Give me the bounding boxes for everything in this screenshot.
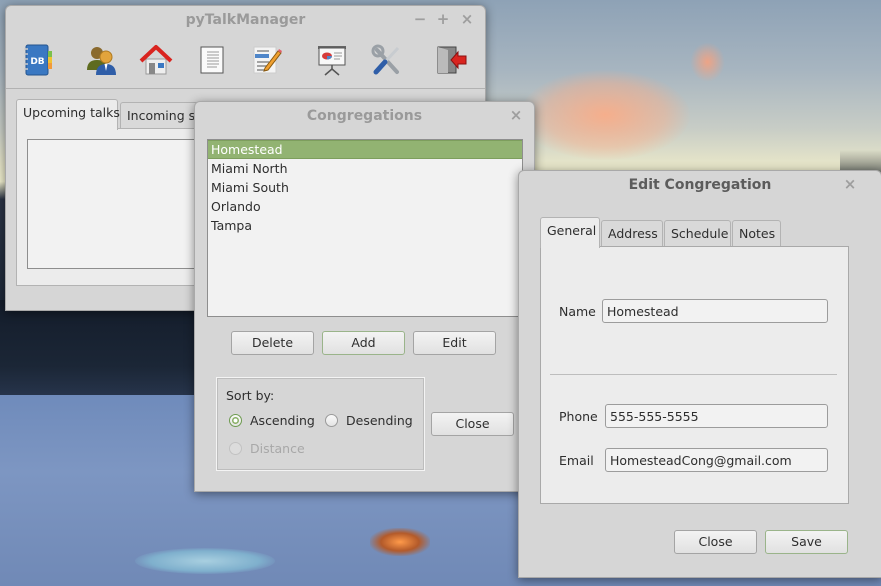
exit-door-icon <box>437 46 467 74</box>
radio-checked-icon <box>229 414 242 427</box>
home-icon <box>139 45 173 75</box>
tab-schedule[interactable]: Schedule <box>664 220 731 248</box>
phone-label: Phone <box>559 409 598 424</box>
edit-button[interactable]: Edit <box>413 331 496 355</box>
toolbar-congregations-button[interactable] <box>136 40 176 80</box>
wallpaper-reflection <box>370 528 430 556</box>
name-label: Name <box>559 304 596 319</box>
close-button[interactable]: × <box>841 171 859 199</box>
radio-disabled-icon <box>229 442 242 455</box>
delete-button[interactable]: Delete <box>231 331 314 355</box>
address-book-db-icon: DB <box>24 44 52 76</box>
separator <box>550 374 837 375</box>
tab-upcoming-talks[interactable]: Upcoming talks <box>16 99 120 130</box>
add-button[interactable]: Add <box>322 331 405 355</box>
list-item[interactable]: Miami North <box>208 159 522 178</box>
edit-congregation-title: Edit Congregation <box>628 177 772 193</box>
toolbar-presentation-button[interactable] <box>312 40 352 80</box>
email-label: Email <box>559 453 594 468</box>
list-edit-icon <box>253 46 282 74</box>
close-button[interactable]: × <box>507 102 525 130</box>
tab-notes[interactable]: Notes <box>732 220 781 248</box>
list-item[interactable]: Miami South <box>208 178 522 197</box>
phone-field[interactable] <box>605 404 828 428</box>
main-window-title: pyTalkManager <box>185 12 306 28</box>
sort-ascending-label: Ascending <box>250 413 315 428</box>
sort-ascending-radio[interactable]: Ascending <box>229 413 315 428</box>
svg-text:DB: DB <box>30 57 44 67</box>
tools-icon <box>371 44 400 75</box>
main-toolbar: DB <box>6 36 485 89</box>
congregations-window-title: Congregations <box>306 108 423 124</box>
list-item[interactable]: Orlando <box>208 197 522 216</box>
wallpaper-cloud <box>690 42 725 82</box>
tab-address[interactable]: Address <box>601 220 663 248</box>
sort-by-group: Sort by: Ascending Desending Distance <box>216 377 425 471</box>
general-tab-pane: Name Phone Email <box>540 246 849 504</box>
people-icon <box>87 47 116 75</box>
toolbar-edit-list-button[interactable] <box>247 40 287 80</box>
minimize-button[interactable]: − <box>411 6 429 34</box>
radio-unchecked-icon <box>325 414 338 427</box>
email-field[interactable] <box>605 448 828 472</box>
edit-congregation-titlebar[interactable]: Edit Congregation × <box>519 171 881 199</box>
main-titlebar[interactable]: pyTalkManager − + × <box>6 6 485 34</box>
list-item[interactable]: Tampa <box>208 216 522 235</box>
close-button[interactable]: × <box>458 6 476 34</box>
congregation-list[interactable]: Homestead Miami North Miami South Orland… <box>207 139 523 317</box>
toolbar-speakers-button[interactable] <box>82 40 122 80</box>
save-button[interactable]: Save <box>765 530 848 554</box>
toolbar-database-button[interactable]: DB <box>18 40 58 80</box>
toolbar-outlines-button[interactable] <box>192 40 232 80</box>
maximize-button[interactable]: + <box>434 6 452 34</box>
list-item[interactable]: Homestead <box>208 140 522 159</box>
toolbar-exit-button[interactable] <box>431 40 471 80</box>
close-congregations-button[interactable]: Close <box>431 412 514 436</box>
congregations-window: Congregations × Homestead Miami North Mi… <box>194 101 535 492</box>
sort-descending-label: Desending <box>346 413 413 428</box>
sort-descending-radio[interactable]: Desending <box>325 413 413 428</box>
congregations-titlebar[interactable]: Congregations × <box>195 102 534 130</box>
sort-distance-label: Distance <box>250 441 305 456</box>
toolbar-settings-button[interactable] <box>367 40 407 80</box>
sort-distance-radio: Distance <box>229 441 305 456</box>
close-edit-button[interactable]: Close <box>674 530 757 554</box>
edit-congregation-window: Edit Congregation × General Address Sche… <box>518 170 881 578</box>
tab-general[interactable]: General <box>540 217 600 248</box>
presentation-icon <box>318 46 346 76</box>
name-field[interactable] <box>602 299 828 323</box>
wallpaper-cloud <box>520 70 690 160</box>
sort-by-label: Sort by: <box>226 388 275 403</box>
wallpaper-pond <box>135 548 275 574</box>
document-icon <box>200 46 224 74</box>
